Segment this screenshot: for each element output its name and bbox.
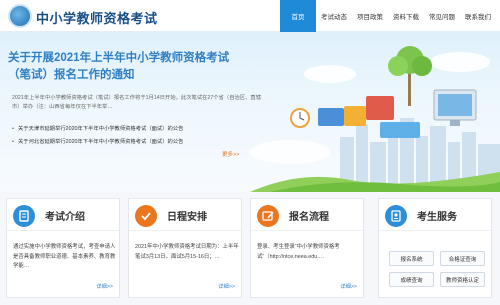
badge-icon bbox=[385, 205, 407, 227]
card-exam-intro[interactable]: 考试介绍 通过实施中小学教师资格考试，考查申请人是否具备教师职业道德、基本素养、… bbox=[6, 198, 120, 298]
nav-policy[interactable]: 项目政策 bbox=[352, 0, 388, 32]
nav-contact[interactable]: 联系我们 bbox=[460, 0, 496, 32]
card-candidate-services: 考生服务 报名系统 合格证查询 成绩查询 教师资格认定 bbox=[378, 198, 492, 298]
card-schedule[interactable]: 日程安排 2021年中小学教师资格考试日期为：上半年笔试3月13日，面试5月15… bbox=[128, 198, 242, 298]
feature-cards: 考试介绍 通过实施中小学教师资格考试，考查申请人是否具备教师职业道德、基本素养、… bbox=[0, 192, 500, 305]
card-detail-link[interactable]: 详细>> bbox=[218, 282, 235, 290]
banner-summary: 2021年上半年中小学教师资格考试（笔试）报名工作将于1月14日开始，此次笔试在… bbox=[12, 95, 261, 110]
site-header: 中小学教师资格考试 首页 考试动态 项目政策 资料下载 常见问题 联系我们 bbox=[0, 0, 500, 32]
card-description: 2021年中小学教师资格考试日期为：上半年笔试3月13日，面试5月15-16日；… bbox=[135, 244, 239, 260]
nav-exam-news[interactable]: 考试动态 bbox=[316, 0, 352, 32]
banner-more-link[interactable]: 更多>> bbox=[222, 150, 239, 158]
registration-system-button[interactable]: 报名系统 bbox=[389, 251, 434, 266]
site-logo[interactable] bbox=[8, 4, 32, 28]
news-list: 关于天津市延期举行2020年下半年中小学教师资格考试（面试）的公告 关于河北省延… bbox=[12, 123, 252, 149]
document-icon bbox=[13, 205, 35, 227]
card-description: 通过实施中小学教师资格考试，考查申请人是否具备教师职业道德、基本素养、教育教学能… bbox=[13, 244, 116, 269]
card-detail-link[interactable]: 详细>> bbox=[340, 282, 357, 290]
card-title: 考试介绍 bbox=[45, 212, 85, 223]
main-nav: 首页 考试动态 项目政策 资料下载 常见问题 联系我们 bbox=[279, 0, 496, 32]
news-item[interactable]: 关于天津市延期举行2020年下半年中小学教师资格考试（面试）的公告 bbox=[12, 123, 252, 136]
service-buttons: 报名系统 合格证查询 成绩查询 教师资格认定 bbox=[389, 251, 485, 287]
news-item[interactable]: 关于河北省延期举行2020年下半年中小学教师资格考试（面试）的公告 bbox=[12, 136, 252, 149]
card-title: 考生服务 bbox=[417, 212, 457, 223]
checkmark-icon bbox=[135, 205, 157, 227]
nav-home[interactable]: 首页 bbox=[280, 0, 316, 32]
pencil-icon bbox=[257, 205, 279, 227]
qualification-recognition-button[interactable]: 教师资格认定 bbox=[440, 272, 485, 287]
card-detail-link[interactable]: 详细>> bbox=[96, 282, 113, 290]
hero-banner: 关于开展2021年上半年中小学教师资格考试（笔试）报名工作的通知 2021年上半… bbox=[0, 32, 500, 192]
site-title[interactable]: 中小学教师资格考试 bbox=[36, 8, 158, 27]
card-title: 日程安排 bbox=[167, 212, 207, 223]
banner-title[interactable]: 关于开展2021年上半年中小学教师资格考试（笔试）报名工作的通知 bbox=[8, 50, 240, 84]
card-description: 登录、考生登录“中小学教师资格考试”（http://ntce.neea.edu.… bbox=[257, 244, 340, 260]
nav-downloads[interactable]: 资料下载 bbox=[388, 0, 424, 32]
certificate-query-button[interactable]: 合格证查询 bbox=[440, 251, 485, 266]
card-title: 报名流程 bbox=[289, 212, 329, 223]
score-query-button[interactable]: 成绩查询 bbox=[389, 272, 434, 287]
card-registration-process[interactable]: 报名流程 登录、考生登录“中小学教师资格考试”（http://ntce.neea… bbox=[250, 198, 364, 298]
nav-faq[interactable]: 常见问题 bbox=[424, 0, 460, 32]
